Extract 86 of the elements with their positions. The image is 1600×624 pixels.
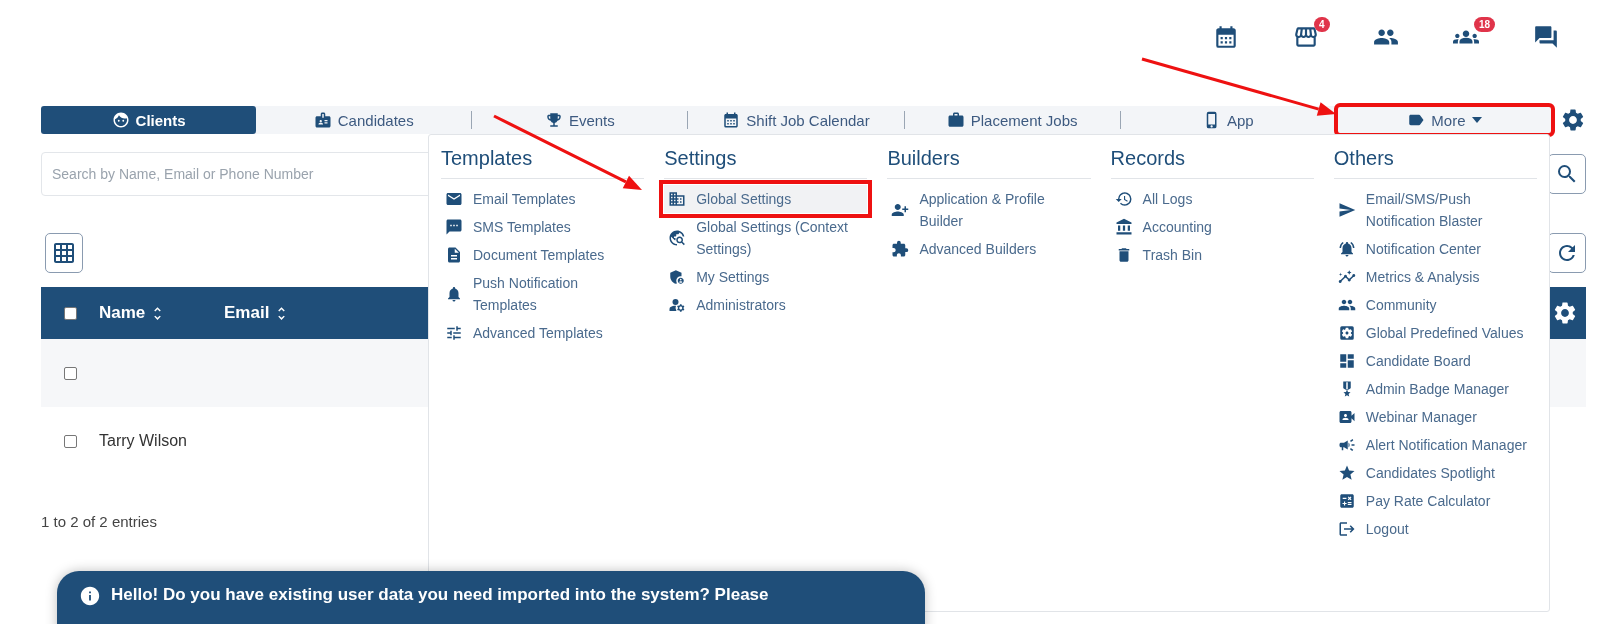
search-button[interactable] [1548, 154, 1586, 194]
nav-tab[interactable]: Placement Jobs [904, 106, 1120, 134]
menu-item[interactable]: Document Templates [441, 241, 645, 269]
column-header[interactable]: Name [99, 303, 224, 323]
sliders-icon [445, 324, 463, 342]
bell-icon [445, 285, 463, 303]
calendar-icon[interactable] [1213, 24, 1239, 50]
menu-item[interactable]: Logout [1333, 515, 1537, 543]
column-header[interactable]: Email [224, 303, 349, 323]
settings-icon[interactable] [1552, 300, 1578, 326]
count-badge: 18 [1474, 17, 1496, 32]
chart-icon [1337, 268, 1356, 286]
settings-icon [1337, 324, 1356, 342]
calendar-icon [722, 111, 741, 129]
table-cell-text: Tarry Wilson [99, 432, 188, 450]
menu-section-title: Templates [441, 147, 645, 179]
menu-item[interactable]: Notification Center [1333, 235, 1537, 263]
video-camera-icon [1337, 408, 1356, 426]
store-icon[interactable] [1293, 24, 1319, 50]
nav-tab[interactable]: App [1120, 106, 1336, 134]
menu-section-title: Builders [887, 147, 1091, 179]
logout-icon [1337, 520, 1356, 538]
menu-item[interactable]: Admin Badge Manager [1333, 375, 1537, 403]
globe-search-icon [668, 229, 687, 247]
nav-tab[interactable]: Shift Job Calendar [688, 106, 904, 134]
menu-section-title: Others [1333, 147, 1537, 179]
menu-item[interactable]: Pay Rate Calculator [1333, 487, 1537, 515]
row-checkbox[interactable] [63, 434, 77, 448]
envelope-icon [445, 190, 463, 208]
document-icon [445, 246, 463, 264]
menu-item[interactable]: SMS Templates [441, 213, 645, 241]
megaphone-icon [1337, 436, 1356, 454]
menu-item[interactable]: Global Settings (Context Settings) [664, 213, 868, 263]
menu-item[interactable]: Community [1333, 291, 1537, 319]
trophy-icon [544, 111, 563, 129]
table-view-button[interactable] [45, 233, 83, 273]
select-all-checkbox[interactable] [63, 306, 77, 320]
refresh-button[interactable] [1548, 233, 1586, 273]
briefcase-icon [946, 111, 965, 129]
user-gear-icon [668, 296, 687, 314]
banner-message: Hello! Do you have existing user data you need imported into the system? Please [111, 585, 769, 605]
building-icon [668, 190, 687, 208]
menu-item[interactable]: Candidate Board [1333, 347, 1537, 375]
menu-item[interactable]: All Logs [1110, 185, 1314, 213]
bank-icon [1114, 218, 1133, 236]
nav-tab[interactable]: More [1336, 106, 1552, 134]
menu-item[interactable]: Global Predefined Values [1333, 319, 1537, 347]
entries-count: 1 to 2 of 2 entries [41, 513, 157, 530]
chat-icon [445, 218, 463, 236]
nav-tab[interactable]: Clients [41, 106, 257, 134]
menu-section-title: Settings [664, 147, 868, 179]
face-icon [111, 111, 130, 129]
menu-item[interactable]: Push Notification Templates [441, 269, 645, 319]
send-icon [1337, 201, 1356, 219]
dashboard-icon [1337, 352, 1356, 370]
nav-tab[interactable]: Candidates [256, 106, 472, 134]
menu-item[interactable]: My Settings [664, 263, 868, 291]
info-icon [79, 585, 101, 607]
menu-item[interactable]: Metrics & Analysis [1333, 263, 1537, 291]
badge-icon [313, 111, 332, 129]
menu-item[interactable]: Email/SMS/Push Notification Blaster [1333, 185, 1537, 235]
add-user-icon [891, 201, 910, 219]
caret-icon [1471, 117, 1482, 123]
chat-icon[interactable] [1533, 24, 1559, 50]
nav-tab[interactable]: Events [472, 106, 688, 134]
menu-item[interactable]: Trash Bin [1110, 241, 1314, 269]
count-badge: 4 [1314, 17, 1330, 32]
puzzle-icon [891, 240, 910, 258]
grid-icon [52, 241, 76, 265]
menu-item[interactable]: Alert Notification Manager [1333, 431, 1537, 459]
menu-item[interactable]: Administrators [664, 291, 868, 319]
shield-user-icon [668, 268, 687, 286]
menu-item[interactable]: Candidates Spotlight [1333, 459, 1537, 487]
history-icon [1114, 190, 1133, 208]
menu-item[interactable]: Advanced Builders [887, 235, 1091, 263]
star-icon [1337, 464, 1356, 482]
bell-icon [1337, 240, 1356, 258]
settings-icon[interactable] [1560, 107, 1586, 133]
row-checkbox[interactable] [63, 366, 77, 380]
menu-item[interactable]: Advanced Templates [441, 319, 645, 347]
menu-item[interactable]: Application & Profile Builder [887, 185, 1091, 235]
menu-section-title: Records [1110, 147, 1314, 179]
menu-item[interactable]: Email Templates [441, 185, 645, 213]
menu-item[interactable]: Accounting [1110, 213, 1314, 241]
calculator-icon [1337, 492, 1356, 510]
menu-item[interactable]: Webinar Manager [1333, 403, 1537, 431]
